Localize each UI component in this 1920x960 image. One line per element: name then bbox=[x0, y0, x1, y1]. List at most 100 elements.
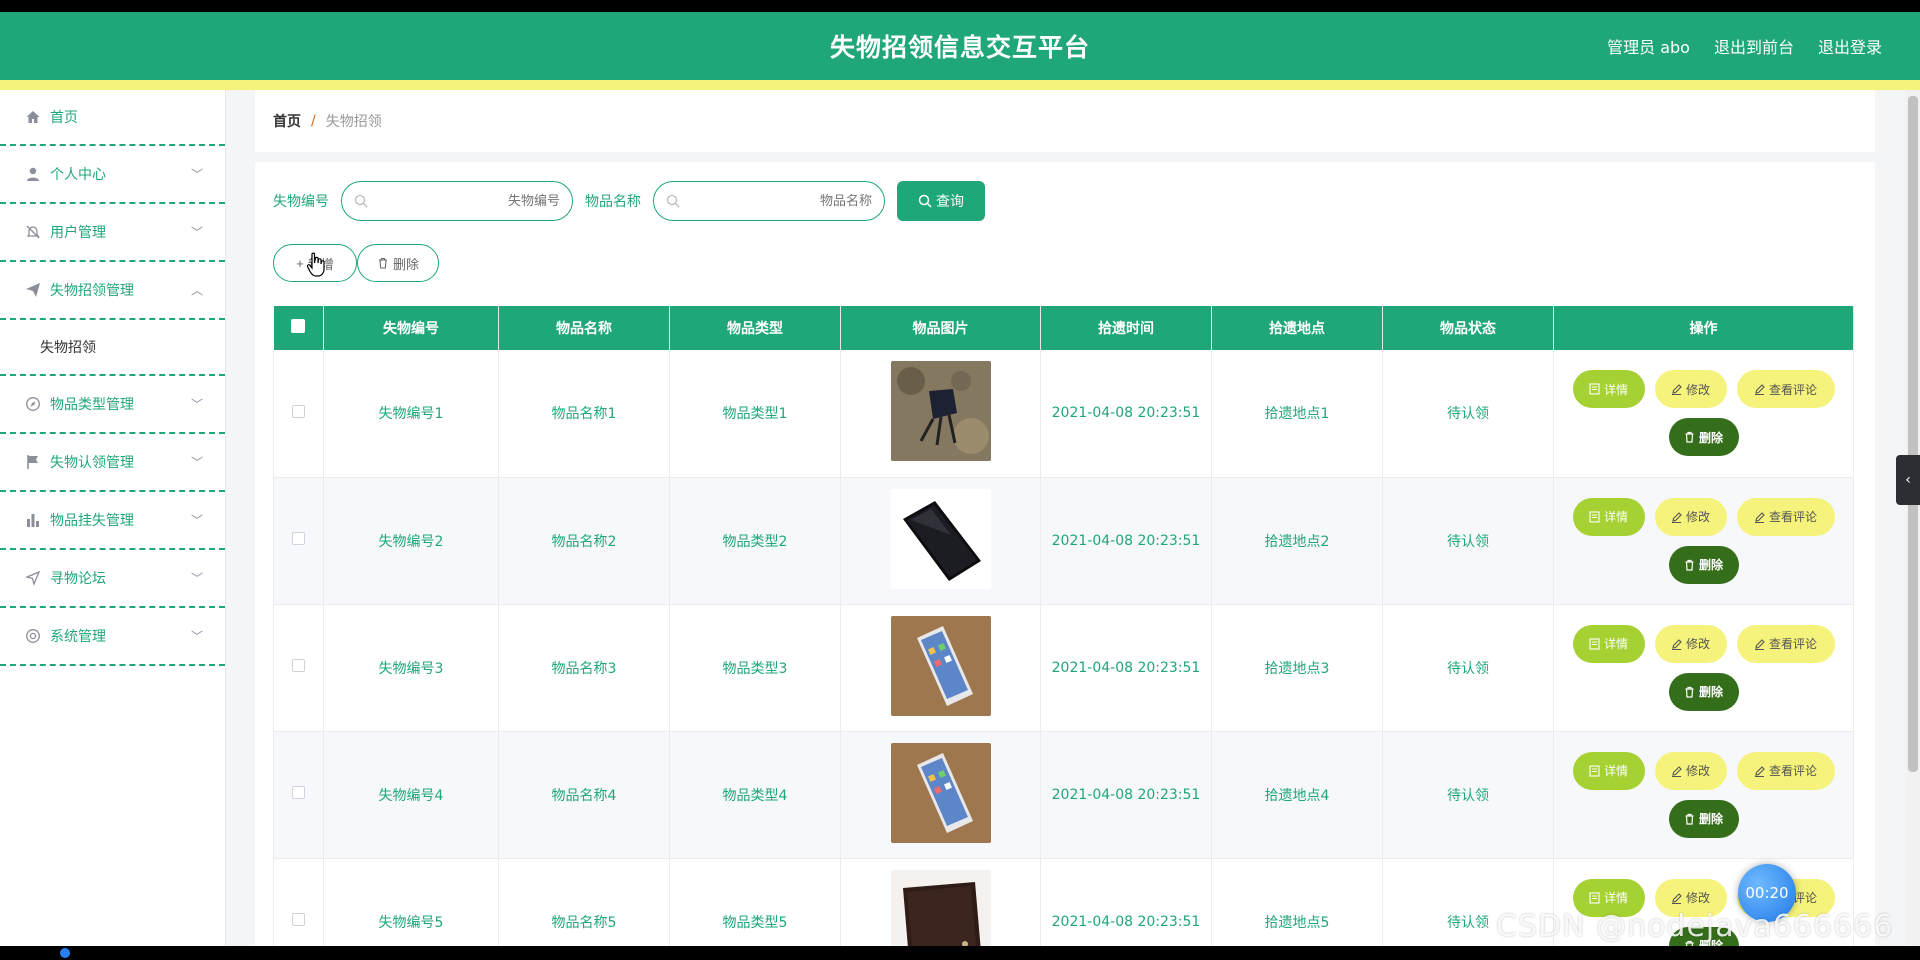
action-toolbar: + 新增 删除 bbox=[273, 244, 439, 282]
admin-label[interactable]: 管理员 abo bbox=[1607, 34, 1690, 58]
cell-image bbox=[840, 604, 1041, 732]
view-comments-button[interactable]: 查看评论 bbox=[1736, 370, 1835, 409]
cell-name: 物品名称5 bbox=[498, 858, 670, 946]
edit-button[interactable]: 修改 bbox=[1654, 497, 1727, 536]
detail-button[interactable]: 详情 bbox=[1572, 624, 1645, 663]
row-select-cell[interactable] bbox=[273, 858, 324, 946]
edit-button[interactable]: 修改 bbox=[1654, 751, 1727, 790]
name-search-input[interactable] bbox=[688, 193, 872, 209]
search-icon bbox=[354, 194, 368, 208]
breadcrumb-current: 失物招领 bbox=[325, 114, 382, 130]
view-comments-button[interactable]: 查看评论 bbox=[1736, 751, 1835, 790]
sidebar-item-claim-mgmt[interactable]: 失物认领管理 ﹀ bbox=[0, 434, 225, 492]
row-select-cell[interactable] bbox=[273, 477, 324, 605]
to-front-link[interactable]: 退出到前台 bbox=[1714, 34, 1794, 58]
cell-image bbox=[840, 350, 1041, 478]
column-header: 失物编号 bbox=[323, 306, 499, 350]
search-icon bbox=[918, 194, 932, 208]
search-form: 失物编号 物品名称 查询 bbox=[273, 181, 985, 221]
row-delete-button[interactable]: 删除 bbox=[1668, 672, 1739, 711]
name-search-field[interactable] bbox=[653, 181, 885, 221]
edit-button[interactable]: 修改 bbox=[1654, 370, 1727, 409]
query-button[interactable]: 查询 bbox=[897, 181, 985, 221]
row-checkbox[interactable] bbox=[292, 913, 305, 926]
document-icon bbox=[1589, 637, 1600, 650]
cell-code: 失物编号4 bbox=[323, 731, 499, 859]
sidebar-subitem-lost-found[interactable]: 失物招领 bbox=[0, 320, 225, 376]
row-delete-button[interactable]: 删除 bbox=[1668, 418, 1739, 457]
detail-label: 详情 bbox=[1603, 764, 1628, 778]
sidebar-item-item-type-mgmt[interactable]: 物品类型管理 ﹀ bbox=[0, 376, 225, 434]
code-search-field[interactable] bbox=[341, 181, 573, 221]
watermark: CSDN @nodejava666666 bbox=[1496, 909, 1894, 944]
row-delete-label: 删除 bbox=[1698, 558, 1723, 572]
edit-icon bbox=[1754, 638, 1765, 650]
sidebar-item-loss-report-mgmt[interactable]: 物品挂失管理 ﹀ bbox=[0, 492, 225, 550]
sidebar-item-lost-found-mgmt[interactable]: 失物招领管理 ︿ bbox=[0, 262, 225, 320]
row-checkbox[interactable] bbox=[292, 786, 305, 799]
edit-icon bbox=[1754, 765, 1765, 777]
row-checkbox[interactable] bbox=[292, 659, 305, 672]
detail-button[interactable]: 详情 bbox=[1572, 497, 1645, 536]
sidebar-item-home[interactable]: 首页 bbox=[0, 90, 225, 146]
batch-delete-button[interactable]: 删除 bbox=[357, 244, 439, 282]
detail-button[interactable]: 详情 bbox=[1572, 370, 1645, 409]
sidebar-item-label: 物品类型管理 bbox=[50, 397, 134, 413]
cell-place: 拾遗地点1 bbox=[1211, 350, 1383, 478]
cell-place: 拾遗地点3 bbox=[1211, 604, 1383, 732]
sidebar-item-label: 失物认领管理 bbox=[50, 455, 134, 471]
edit-button[interactable]: 修改 bbox=[1654, 624, 1727, 663]
sidebar-item-personal-center[interactable]: 个人中心 ﹀ bbox=[0, 146, 225, 204]
document-icon bbox=[1589, 764, 1600, 777]
row-checkbox[interactable] bbox=[292, 404, 305, 418]
scrollbar-thumb[interactable] bbox=[1908, 96, 1918, 772]
detail-label: 详情 bbox=[1603, 637, 1628, 651]
cell-status: 待认领 bbox=[1382, 731, 1554, 859]
page-scrollbar[interactable] bbox=[1906, 90, 1920, 946]
row-select-cell[interactable] bbox=[273, 350, 324, 478]
sidebar-item-system-mgmt[interactable]: 系统管理 ﹀ bbox=[0, 608, 225, 666]
sidebar-item-label: 寻物论坛 bbox=[50, 571, 106, 587]
edit-icon bbox=[1671, 892, 1682, 904]
select-all-cell[interactable] bbox=[273, 306, 324, 350]
item-photo bbox=[890, 615, 991, 716]
chevron-down-icon: ﹀ bbox=[190, 455, 203, 470]
sidebar-item-forum[interactable]: 寻物论坛 ﹀ bbox=[0, 550, 225, 608]
lost-items-table: 失物编号 物品名称 物品类型 物品图片 拾遗时间 拾遗地点 物品状态 操作 失物… bbox=[273, 306, 1854, 946]
code-search-input[interactable] bbox=[376, 193, 560, 209]
settings-icon bbox=[24, 627, 42, 645]
edit-icon bbox=[1671, 765, 1682, 777]
detail-label: 详情 bbox=[1603, 891, 1628, 905]
cell-code: 失物编号1 bbox=[323, 350, 499, 478]
cell-operations: 详情 修改 查看评论删除 bbox=[1553, 731, 1854, 859]
table-row: 失物编号1 物品名称1 物品类型1 2021-04-08 20:23:51 拾遗地点1 待… bbox=[273, 350, 1854, 478]
plus-icon: + bbox=[296, 255, 304, 271]
view-comments-button[interactable]: 查看评论 bbox=[1736, 497, 1835, 536]
cell-type: 物品类型1 bbox=[669, 350, 841, 478]
row-checkbox[interactable] bbox=[292, 532, 305, 545]
column-header: 物品状态 bbox=[1382, 306, 1554, 350]
view-comments-label: 查看评论 bbox=[1768, 382, 1817, 397]
name-search-label: 物品名称 bbox=[585, 194, 641, 210]
sidebar-item-label: 个人中心 bbox=[50, 167, 106, 183]
edit-label: 修改 bbox=[1685, 510, 1710, 524]
view-comments-button[interactable]: 查看评论 bbox=[1736, 624, 1835, 663]
row-select-cell[interactable] bbox=[273, 604, 324, 732]
column-header: 物品图片 bbox=[840, 306, 1041, 350]
row-select-cell[interactable] bbox=[273, 731, 324, 859]
breadcrumb-home[interactable]: 首页 bbox=[273, 111, 301, 131]
sidebar-item-user-mgmt[interactable]: 用户管理 ﹀ bbox=[0, 204, 225, 262]
view-comments-label: 查看评论 bbox=[1768, 764, 1817, 778]
cell-image bbox=[840, 731, 1041, 859]
row-delete-button[interactable]: 删除 bbox=[1668, 799, 1739, 838]
logout-link[interactable]: 退出登录 bbox=[1818, 34, 1882, 58]
trash-icon bbox=[1685, 686, 1694, 698]
row-delete-button[interactable]: 删除 bbox=[1668, 545, 1739, 584]
edit-icon bbox=[1671, 638, 1682, 650]
collapse-panel-tab[interactable]: ‹ bbox=[1896, 455, 1920, 505]
trash-icon bbox=[378, 257, 387, 269]
select-all-checkbox[interactable] bbox=[291, 319, 306, 333]
detail-button[interactable]: 详情 bbox=[1572, 751, 1645, 790]
cell-time: 2021-04-08 20:23:51 bbox=[1040, 604, 1212, 732]
chevron-down-icon: ﹀ bbox=[190, 571, 203, 586]
